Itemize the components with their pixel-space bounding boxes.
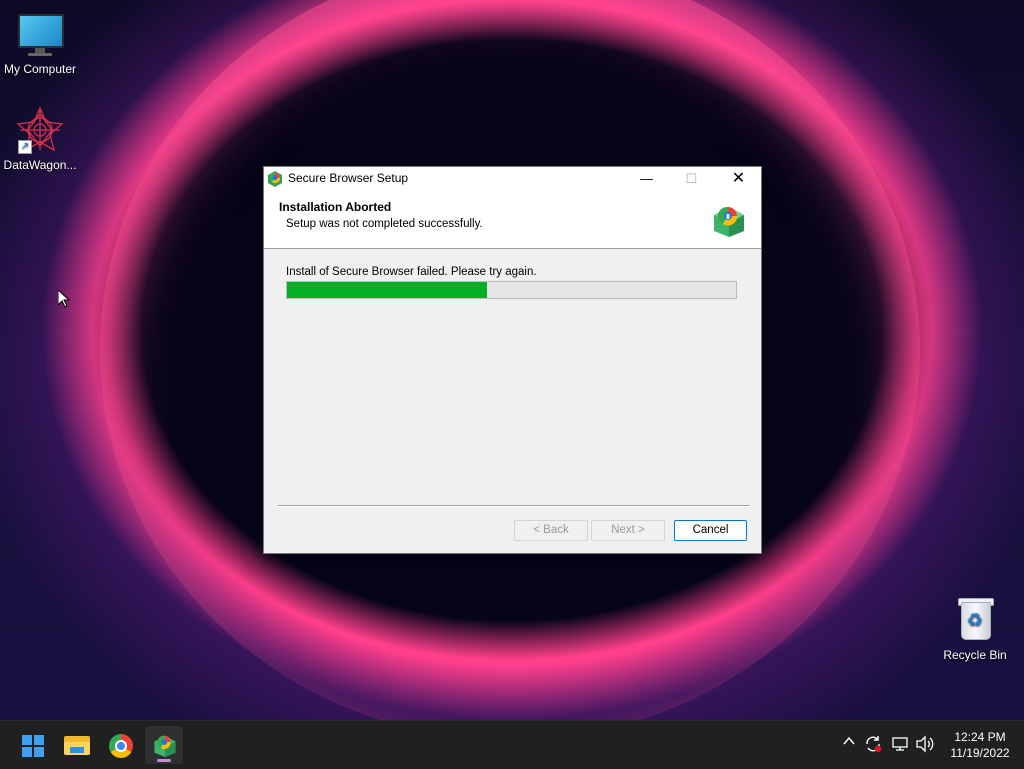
header-title: Installation Aborted (279, 200, 392, 214)
secure-browser-setup-taskbar-button[interactable] (145, 726, 183, 764)
clock-time: 12:24 PM (954, 730, 1006, 744)
install-progress-bar (286, 281, 737, 299)
clock-date: 11/19/2022 (950, 746, 1010, 760)
taskbar: 12:24 PM 11/19/2022 (0, 720, 1024, 769)
install-status-text: Install of Secure Browser failed. Please… (286, 266, 537, 278)
sync-status-button[interactable] (864, 735, 882, 756)
active-indicator (157, 759, 171, 762)
recycle-bin-icon: ♻ (951, 596, 999, 644)
secure-browser-app-icon (268, 171, 282, 187)
show-hidden-icons-button[interactable] (842, 734, 856, 751)
desktop-icon-recycle-bin[interactable]: ♻ Recycle Bin (935, 596, 1015, 662)
close-button[interactable]: ✕ (716, 167, 761, 191)
desktop-icon-my-computer[interactable]: My Computer (0, 10, 80, 76)
secure-browser-setup-icon (154, 735, 176, 757)
sync-icon (866, 736, 882, 753)
secure-browser-logo-icon (714, 206, 744, 237)
clock[interactable]: 12:24 PM 11/19/2022 (944, 729, 1016, 761)
datawagon-icon: ↗ (16, 106, 64, 154)
desktop-icon-label: My Computer (3, 62, 77, 76)
shortcut-arrow-icon: ↗ (18, 140, 32, 154)
footer-divider (278, 505, 750, 507)
network-icon (892, 737, 908, 751)
start-button[interactable] (13, 726, 51, 764)
cancel-button[interactable]: Cancel (674, 520, 747, 541)
chrome-button[interactable] (101, 726, 139, 764)
network-button[interactable] (891, 735, 909, 756)
maximize-button[interactable]: ☐ (669, 167, 714, 191)
back-button[interactable]: < Back (514, 520, 588, 541)
progress-bar-fill (287, 282, 487, 298)
desktop-icon-datawagon[interactable]: ↗ DataWagon... (0, 106, 80, 172)
folder-icon (64, 736, 90, 755)
setup-dialog: Secure Browser Setup — ☐ ✕ Installation … (263, 166, 762, 554)
speaker-icon (916, 735, 934, 753)
dialog-titlebar[interactable]: Secure Browser Setup — ☐ ✕ (264, 167, 761, 191)
volume-button[interactable] (915, 735, 935, 756)
header-subtitle: Setup was not completed successfully. (286, 218, 483, 230)
chevron-up-icon (843, 736, 855, 745)
chrome-icon (109, 734, 133, 758)
dialog-title: Secure Browser Setup (288, 171, 409, 185)
next-button[interactable]: Next > (591, 520, 665, 541)
desktop-icon-label: DataWagon... (3, 158, 77, 172)
monitor-icon (16, 10, 64, 58)
minimize-button[interactable]: — (624, 167, 669, 191)
dialog-header: Installation Aborted Setup was not compl… (264, 191, 761, 249)
desktop-icon-label: Recycle Bin (943, 648, 1007, 662)
windows-logo-icon (22, 735, 44, 757)
file-explorer-button[interactable] (57, 726, 95, 764)
mouse-cursor-icon (58, 290, 70, 308)
